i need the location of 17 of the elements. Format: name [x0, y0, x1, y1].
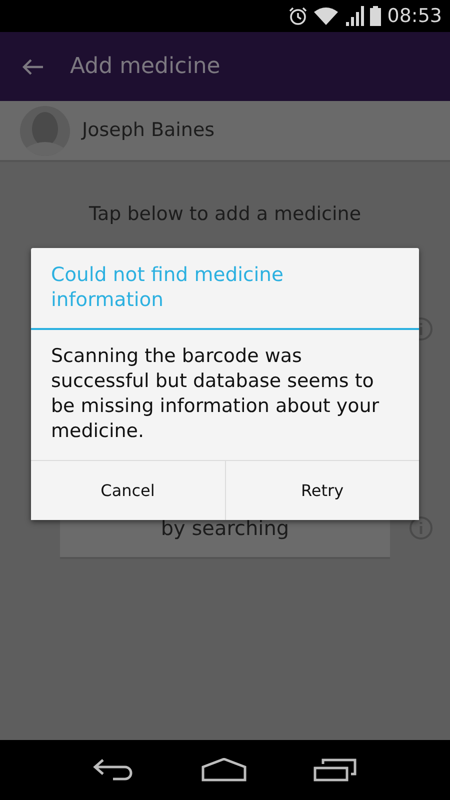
- back-arrow-icon[interactable]: [22, 58, 44, 76]
- info-icon[interactable]: [409, 516, 433, 540]
- instruction-text: Tap below to add a medicine: [88, 202, 362, 227]
- retry-button[interactable]: Retry: [224, 461, 419, 520]
- back-icon[interactable]: [93, 758, 135, 782]
- home-icon[interactable]: [201, 758, 247, 782]
- screen-title: Add medicine: [70, 53, 220, 81]
- signal-icon: [344, 6, 364, 26]
- alarm-icon: [288, 6, 308, 26]
- dialog-title: Could not find medicine information: [31, 248, 419, 330]
- battery-icon: [370, 6, 382, 26]
- avatar-icon: [20, 106, 70, 156]
- clock-time: 08:53: [387, 4, 442, 29]
- user-name: Joseph Baines: [82, 118, 215, 144]
- cancel-button[interactable]: Cancel: [31, 461, 224, 520]
- wifi-icon: [314, 7, 338, 25]
- recent-apps-icon[interactable]: [313, 758, 357, 782]
